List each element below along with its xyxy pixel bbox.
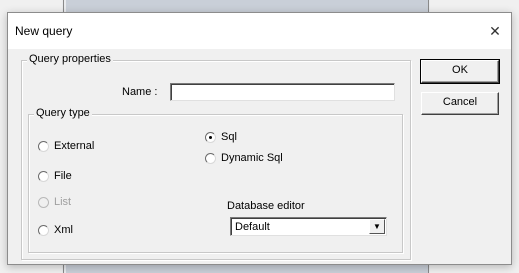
- dialog-title: New query: [15, 24, 73, 38]
- cancel-button[interactable]: Cancel: [421, 92, 499, 115]
- radio-label: Xml: [54, 224, 73, 236]
- radio-button-icon: [38, 170, 49, 182]
- radio-label: External: [54, 140, 95, 152]
- radio-file[interactable]: File: [38, 170, 72, 182]
- database-editor-select[interactable]: Default ▼: [230, 217, 387, 236]
- new-query-dialog: New query ✕ Query properties Name : Quer…: [7, 12, 512, 265]
- name-label: Name :: [122, 86, 158, 98]
- radio-button-icon: [38, 140, 49, 152]
- radio-button-icon: [205, 152, 216, 164]
- radio-dynamic-sql[interactable]: Dynamic Sql: [205, 152, 283, 164]
- database-editor-value: Default: [235, 221, 270, 233]
- query-type-legend: Query type: [34, 107, 92, 119]
- close-icon[interactable]: ✕: [485, 21, 505, 41]
- radio-label: Dynamic Sql: [221, 152, 283, 164]
- radio-external[interactable]: External: [38, 140, 94, 152]
- radio-button-checked-icon: [205, 131, 216, 143]
- radio-button-icon: [38, 224, 49, 236]
- title-bar: New query ✕: [8, 13, 511, 49]
- radio-label: File: [54, 170, 72, 182]
- radio-label: List: [54, 196, 72, 208]
- database-editor-label: Database editor: [227, 200, 305, 212]
- dropdown-arrow-icon[interactable]: ▼: [369, 219, 385, 234]
- radio-sql[interactable]: Sql: [205, 131, 237, 143]
- ok-button[interactable]: OK: [420, 59, 500, 84]
- radio-xml[interactable]: Xml: [38, 224, 73, 236]
- radio-button-icon: [38, 196, 49, 208]
- name-input[interactable]: [170, 83, 395, 101]
- query-properties-legend: Query properties: [27, 53, 113, 65]
- radio-label: Sql: [221, 131, 237, 143]
- radio-list: List: [38, 196, 71, 208]
